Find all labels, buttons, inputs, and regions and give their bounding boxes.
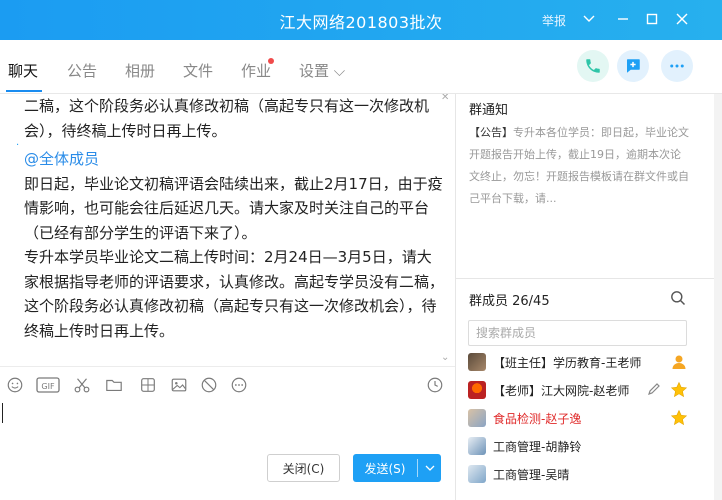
- tab-homework[interactable]: 作业: [241, 60, 271, 81]
- member-name: 工商管理-吴晴: [493, 467, 570, 482]
- edit-icon[interactable]: [646, 381, 664, 399]
- report-link[interactable]: 举报: [542, 12, 566, 29]
- admin-star-icon: [670, 381, 688, 399]
- image-icon[interactable]: [170, 376, 188, 394]
- scroll-up-arrow[interactable]: ✕: [441, 94, 449, 103]
- message-dot: ·: [16, 140, 20, 151]
- member-item[interactable]: 工商管理-吴晴: [468, 462, 690, 486]
- more-button[interactable]: [661, 50, 693, 82]
- homework-badge: [268, 58, 274, 64]
- member-item[interactable]: 【班主任】学历教育-王老师: [468, 350, 690, 374]
- message-paragraph: 即日起，毕业论文初稿评语会陆续出来，截止2月17日，由于疫情影响，也可能会往后延…: [24, 174, 443, 242]
- member-name: 食品检测-赵子逸: [493, 411, 582, 426]
- admin-star-icon: [670, 409, 688, 427]
- message-paragraph: 专升本学员毕业论文二稿上传时间：2月24日—3月5日，请大家根据指导老师的评语要…: [24, 248, 445, 340]
- avatar: [468, 465, 486, 483]
- message-toolbar: GIF: [0, 366, 455, 402]
- mention-all-members[interactable]: @全体成员: [24, 147, 444, 172]
- avatar: [468, 409, 486, 427]
- svg-text:GIF: GIF: [41, 382, 55, 391]
- block-icon[interactable]: [200, 376, 218, 394]
- tab-chat[interactable]: 聊天: [8, 60, 38, 81]
- member-item[interactable]: 食品检测-赵子逸: [468, 406, 690, 430]
- message-input[interactable]: [0, 402, 455, 456]
- emoji-icon[interactable]: [6, 376, 24, 394]
- tab-files[interactable]: 文件: [183, 60, 213, 81]
- maximize-icon[interactable]: [643, 10, 661, 28]
- notice-title: 群通知: [469, 103, 509, 118]
- chevron-down-icon[interactable]: [418, 465, 441, 471]
- close-button[interactable]: 关闭(C): [267, 454, 340, 482]
- minimize-icon[interactable]: [614, 10, 632, 28]
- member-list-scrollbar[interactable]: [714, 94, 722, 500]
- scissors-icon[interactable]: [73, 376, 91, 394]
- tab-bar: 聊天 公告 相册 文件 作业 设置 ⌵: [0, 40, 722, 94]
- tab-album[interactable]: 相册: [125, 60, 155, 81]
- search-icon[interactable]: [670, 290, 686, 306]
- phone-icon: [586, 59, 600, 73]
- scroll-down-arrow[interactable]: ⌄: [441, 352, 449, 363]
- owner-icon: [670, 353, 688, 371]
- folder-icon[interactable]: [105, 376, 123, 394]
- chevron-down-icon[interactable]: [580, 10, 598, 28]
- member-item[interactable]: 工商管理-胡静铃: [468, 434, 690, 458]
- active-tab-indicator: [6, 90, 42, 92]
- members-title: 群成员 26/45: [469, 294, 550, 309]
- avatar: [468, 381, 486, 399]
- member-name: 工商管理-胡静铃: [493, 439, 582, 454]
- panel-divider: [455, 94, 456, 500]
- send-button[interactable]: 发送(S): [353, 454, 441, 482]
- title-bar: 江大网络201803批次 举报: [0, 0, 722, 40]
- chat-messages[interactable]: 二稿，这个阶段务必认真修改初稿（高起专只有这一次修改机会），待终稿上传时日再上传…: [0, 94, 455, 366]
- gif-icon[interactable]: GIF: [36, 376, 60, 394]
- add-app-icon: [627, 59, 640, 73]
- previous-message-text: 二稿，这个阶段务必认真修改初稿（高起专只有这一次修改机会），待终稿上传时日再上传…: [24, 97, 430, 140]
- notice-tag: 【公告】: [469, 126, 513, 139]
- tab-announcements[interactable]: 公告: [67, 60, 97, 81]
- send-button-label: 发送(S): [364, 461, 406, 476]
- more-circle-icon[interactable]: [230, 376, 248, 394]
- history-clock-icon[interactable]: [426, 376, 444, 394]
- avatar: [468, 353, 486, 371]
- member-search-input[interactable]: 搜索群成员: [468, 320, 687, 346]
- more-icon: [670, 64, 684, 68]
- member-name: 【班主任】学历教育-王老师: [493, 355, 642, 370]
- add-app-button[interactable]: [617, 50, 649, 82]
- tab-settings[interactable]: 设置 ⌵: [299, 60, 345, 81]
- member-name: 【老师】江大网院-赵老师: [493, 383, 630, 398]
- call-button[interactable]: [577, 50, 609, 82]
- section-divider: [456, 278, 722, 279]
- sticker-icon[interactable]: [139, 376, 157, 394]
- notice-content[interactable]: 【公告】专升本各位学员：即日起，毕业论文开题报告开始上传，截止19日，逾期本次论…: [469, 122, 689, 210]
- text-cursor: [2, 403, 3, 423]
- avatar: [468, 437, 486, 455]
- close-icon[interactable]: [673, 10, 691, 28]
